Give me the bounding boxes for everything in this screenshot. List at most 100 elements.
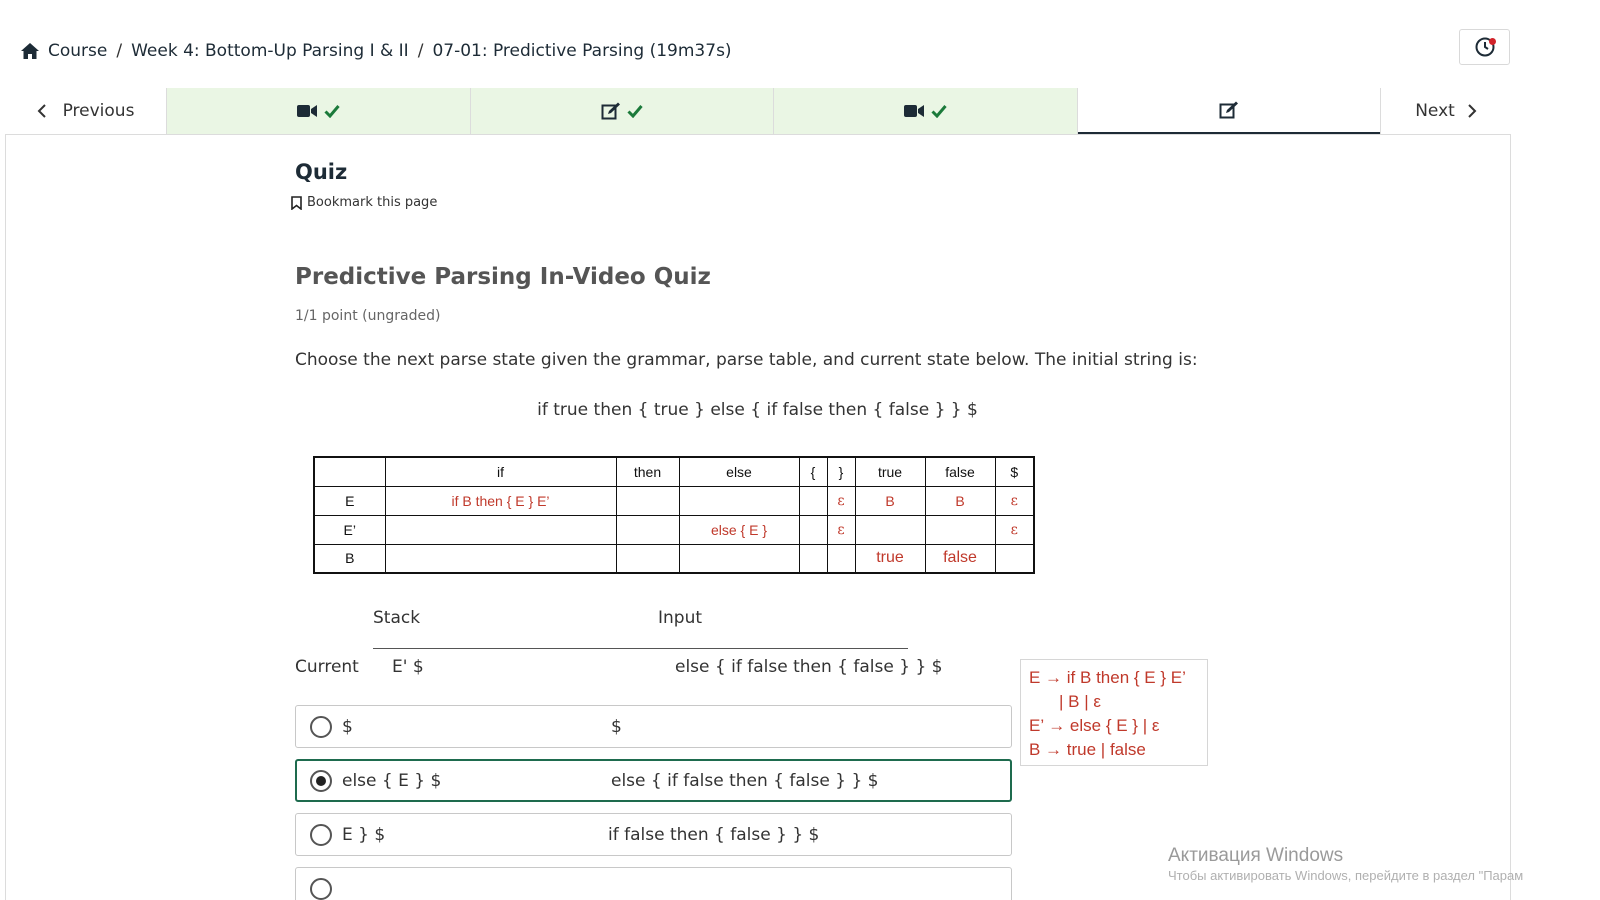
video-icon — [297, 105, 318, 117]
bookmark-icon — [291, 195, 302, 210]
sequence-tab-problem-2-active[interactable] — [1077, 88, 1380, 134]
parse-table-row: E’ else { E } ε ε — [313, 514, 1035, 545]
radio-button-checked[interactable] — [310, 769, 332, 792]
previous-label: Previous — [62, 101, 135, 121]
input-header: Input — [658, 608, 703, 628]
edit-icon — [601, 102, 620, 120]
table-header-cell: { — [798, 456, 828, 487]
check-icon — [627, 105, 643, 118]
page: Course / Week 4: Bottom-Up Parsing I & I… — [0, 0, 1600, 900]
table-cell — [615, 485, 680, 516]
sequence-tab-video-2[interactable] — [774, 88, 1078, 134]
windows-activation-subtitle: Чтобы активировать Windows, перейдите в … — [1168, 868, 1524, 883]
parse-table-header-row: if then else { } true false $ — [313, 456, 1035, 487]
check-icon — [324, 105, 340, 118]
next-button[interactable]: Next — [1380, 88, 1511, 134]
header-rule — [373, 648, 908, 649]
table-cell — [615, 514, 680, 545]
option-input: else { if false then { false } } $ — [611, 770, 879, 791]
table-cell: B — [854, 485, 926, 516]
bookmark-label: Bookmark this page — [307, 195, 438, 210]
initial-string: if true then { true } else { if false th… — [537, 400, 978, 420]
parse-table-row: E if B then { E } E’ ε B B ε — [313, 485, 1035, 516]
edit-icon — [1219, 101, 1238, 119]
previous-button[interactable]: Previous — [5, 88, 167, 134]
table-cell — [994, 543, 1035, 574]
table-header-cell: else — [678, 456, 800, 487]
grammar-rule: E’ → else { E } | ε — [1029, 716, 1160, 735]
table-cell — [854, 514, 926, 545]
option-input: $ — [611, 716, 622, 737]
table-cell: ε — [826, 514, 856, 545]
check-icon — [931, 105, 947, 118]
table-row-label: B — [313, 543, 386, 574]
breadcrumb-course-link[interactable]: Course — [48, 41, 107, 61]
next-label: Next — [1415, 101, 1455, 121]
table-row-label: E — [313, 485, 386, 516]
table-cell — [924, 514, 996, 545]
table-header-cell: then — [615, 456, 680, 487]
table-header-cell: $ — [994, 456, 1035, 487]
table-cell — [798, 485, 828, 516]
sequence-tab-video-1[interactable] — [167, 88, 471, 134]
video-icon — [904, 105, 925, 117]
current-stack: E' $ — [392, 657, 424, 677]
parse-table: if then else { } true false $ E if B the… — [313, 456, 1035, 574]
table-cell — [615, 543, 680, 574]
table-header-cell: false — [924, 456, 996, 487]
notification-dot — [1489, 38, 1496, 45]
answer-option[interactable] — [295, 867, 1012, 900]
table-cell — [798, 543, 828, 574]
table-header-cell — [313, 456, 386, 487]
stack-header: Stack — [373, 608, 421, 628]
table-cell: else { E } — [678, 514, 800, 545]
table-cell: ε — [826, 485, 856, 516]
breadcrumb-separator: / — [417, 41, 424, 61]
sequence-navigation: Previous Next — [5, 88, 1511, 135]
table-cell — [384, 514, 617, 545]
option-stack: $ — [342, 716, 353, 737]
table-cell — [384, 543, 617, 574]
table-row-label: E’ — [313, 514, 386, 545]
table-cell: false — [924, 543, 996, 574]
table-cell: ε — [994, 485, 1035, 516]
notifications-clock-button[interactable] — [1459, 29, 1510, 65]
current-input: else { if false then { false } } $ — [675, 657, 943, 677]
radio-button[interactable] — [310, 877, 332, 900]
problem-points: 1/1 point (ungraded) — [295, 308, 441, 324]
table-header-cell: } — [826, 456, 856, 487]
problem-title: Predictive Parsing In-Video Quiz — [295, 264, 711, 290]
unit-title: Quiz — [295, 160, 348, 184]
breadcrumb: Course / Week 4: Bottom-Up Parsing I & I… — [20, 38, 732, 64]
table-header-cell: if — [384, 456, 617, 487]
answer-option[interactable]: E } $ if false then { false } } $ — [295, 813, 1012, 856]
table-cell: ε — [994, 514, 1035, 545]
table-cell — [798, 514, 828, 545]
parse-table-row: B true false — [313, 543, 1035, 574]
table-cell — [678, 543, 800, 574]
table-cell: if B then { E } E’ — [384, 485, 617, 516]
answer-option[interactable]: $ $ — [295, 705, 1012, 748]
grammar-rule: | B | ε — [1059, 692, 1101, 711]
radio-button[interactable] — [310, 715, 332, 738]
radio-button[interactable] — [310, 823, 332, 846]
grammar-rule: B → true | false — [1029, 740, 1146, 759]
table-cell: true — [854, 543, 926, 574]
option-input: if false then { false } } $ — [608, 824, 820, 845]
option-stack: else { E } $ — [342, 770, 442, 791]
breadcrumb-week-link[interactable]: Week 4: Bottom-Up Parsing I & II — [131, 41, 409, 61]
problem-prompt: Choose the next parse state given the gr… — [295, 350, 1198, 370]
bookmark-button[interactable]: Bookmark this page — [291, 195, 437, 210]
sequence-tab-problem-1[interactable] — [470, 88, 774, 134]
home-icon[interactable] — [20, 42, 40, 60]
breadcrumb-separator: / — [116, 41, 123, 61]
grammar-box: E → if B then { E } E’ | B | ε E’ → else… — [1020, 659, 1208, 766]
table-cell — [826, 543, 856, 574]
table-header-cell: true — [854, 456, 926, 487]
option-stack: E } $ — [342, 824, 386, 845]
breadcrumb-current-lesson: 07-01: Predictive Parsing (19m37s) — [432, 41, 732, 61]
current-label: Current — [295, 657, 359, 677]
answer-option-selected[interactable]: else { E } $ else { if false then { fals… — [295, 759, 1012, 802]
chevron-right-icon — [1468, 104, 1477, 118]
table-cell — [678, 485, 800, 516]
